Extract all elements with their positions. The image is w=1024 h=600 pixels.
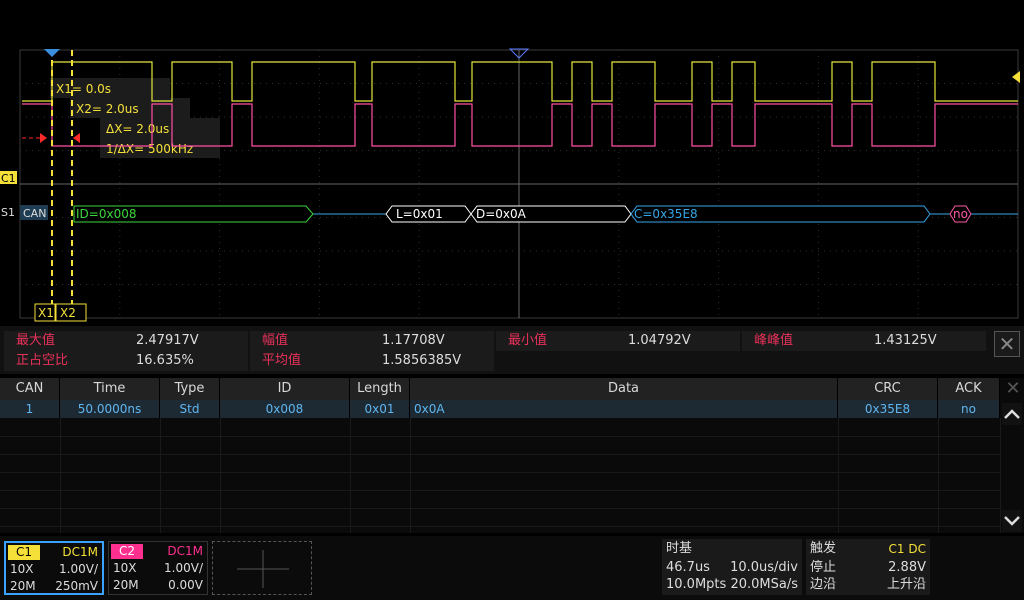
meas-value: 2.47917V [126,331,248,351]
meas-name: 平均值 [250,351,372,371]
waveform-svg: X1= 0.0s X2= 2.0us ΔX= 2.0us 1/ΔX= 500kH… [0,48,1020,322]
x2-readout: X2= 2.0us [76,102,139,116]
decode-label-ack: no [953,207,968,221]
c2-bw: 20M [113,578,139,592]
chevron-down-icon [1004,516,1020,526]
c2-offset: 0.00V [168,578,203,592]
c2-waveform [22,103,1018,147]
c2-channel-box[interactable]: C2 DC1M 10X 1.00V/ 20M 0.00V [108,541,208,595]
trigger-slope: 上升沿 [886,577,926,592]
waveform-display[interactable]: X1= 0.0s X2= 2.0us ΔX= 2.0us 1/ΔX= 500kH… [0,0,1024,326]
close-measurements-button[interactable]: ✕ [994,331,1020,357]
c1-bw: 20M [10,579,36,593]
decode-label-data: D=0x0A [476,207,527,221]
svg-text:X2: X2 [60,306,76,320]
col-header-crc: CRC [838,378,938,400]
col-header-type: Type [160,378,220,400]
meas-name: 最小值 [496,331,618,351]
c1-waveform [22,61,1018,102]
cell-type: Std [160,400,220,418]
inv-dx-readout: 1/ΔX= 500kHz [106,142,193,156]
x1-arrow-icon [40,133,47,143]
timebase-div: 10.0us/div [730,560,798,575]
svg-text:CAN: CAN [23,207,46,220]
trigger-panel[interactable]: 触发 C1 DC 停止 2.88V 边沿 上升沿 [806,539,930,595]
c1-offset: 250mV [55,579,98,593]
trigger-title: 触发 [810,541,837,556]
cell-crc: 0x35E8 [838,400,938,418]
trigger-source: C1 DC [888,542,926,556]
meas-value: 16.635% [126,351,248,371]
meas-name: 正占空比 [4,351,126,371]
timebase-title: 时基 [666,541,693,556]
trigger-state: 停止 [810,560,837,575]
decode-label-id: ID=0x008 [76,207,136,221]
c2-probe: 10X [113,561,137,575]
decode-label-crc: C=0x35E8 [634,207,698,221]
close-icon: ✕ [1005,378,1021,399]
svg-text:C1: C1 [1,172,16,185]
cell-data: 0x0A [410,400,838,418]
meas-value: 1.04792V [618,331,740,351]
meas-name: 幅值 [250,331,372,351]
s1-marker: S1 [1,206,15,219]
timebase-delay: 46.7us [666,560,710,575]
c2-scale: 1.00V/ [164,561,203,575]
c2-coupling: DC1M [167,544,203,558]
trigger-position-marker[interactable] [44,49,60,57]
x2-arrow-icon [73,133,80,143]
meas-value: 1.43125V [864,331,986,351]
scroll-up-button[interactable] [1002,403,1022,425]
trigger-level: 2.88V [888,560,926,575]
scroll-down-button[interactable] [1002,510,1022,532]
col-header-ack: ACK [938,378,1000,400]
decode-table: CAN Time Type ID Length Data CRC ACK 1 5… [0,378,1024,533]
c1-scale: 1.00V/ [59,562,98,576]
measurement-panel: 最大值 2.47917V 幅值 1.17708V 最小值 1.04792V 峰峰… [0,326,1024,374]
meas-value: 1.5856385V [372,351,494,371]
cell-id: 0x008 [220,400,350,418]
c1-probe: 10X [10,562,34,576]
can-decode-bus: ID=0x008 L=0x01 D=0x0A C=0x35E8 no [73,205,1018,223]
c1-coupling: DC1M [62,545,98,559]
timebase-panel[interactable]: 时基 46.7us 10.0us/div 10.0Mpts 20.0MSa/s [662,539,802,595]
col-header-data: Data [410,378,838,400]
meas-name: 最大值 [4,331,126,351]
trigger-edge-label: 边沿 [810,577,837,592]
col-header-can: CAN [0,378,60,400]
cell-ack: no [938,400,1000,418]
meas-value: 1.17708V [372,331,494,351]
col-header-length: Length [350,378,410,400]
col-header-id: ID [220,378,350,400]
c1-channel-box[interactable]: C1 DC1M 10X 1.00V/ 20M 250mV [4,541,104,595]
cell-length: 0x01 [350,400,410,418]
cell-can: 1 [0,400,60,418]
timebase-points: 10.0Mpts [666,577,727,592]
chevron-up-icon [1004,409,1020,419]
dx-readout: ΔX= 2.0us [106,122,169,136]
plus-icon [237,550,289,588]
svg-text:X1: X1 [38,306,54,320]
x1-readout: X1= 0.0s [56,82,111,96]
trigger-level-marker[interactable] [1012,71,1020,83]
meas-name: 峰峰值 [742,331,864,351]
close-icon: ✕ [998,332,1016,356]
close-table-button[interactable]: ✕ [1004,380,1022,398]
decode-label-len: L=0x01 [396,207,443,221]
cell-time: 50.0000ns [60,400,160,418]
timebase-rate: 20.0MSa/s [730,577,798,592]
col-header-time: Time [60,378,160,400]
add-channel-button[interactable] [212,541,312,595]
